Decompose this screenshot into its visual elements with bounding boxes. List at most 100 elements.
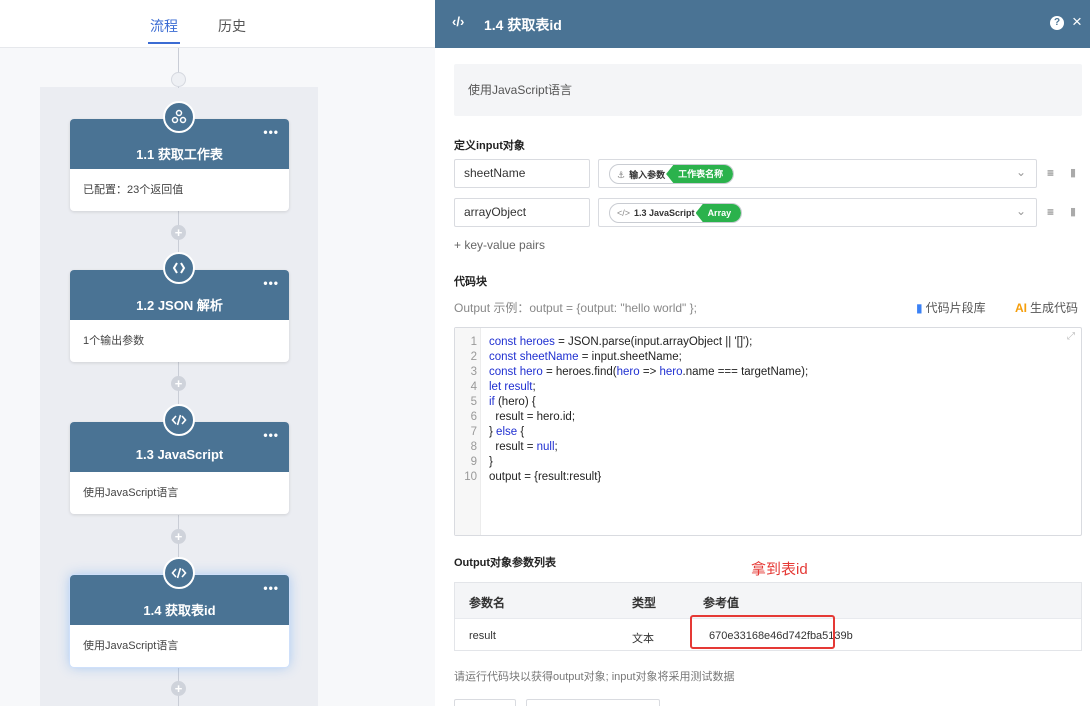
ai-icon: AI — [1015, 301, 1027, 315]
input-value-select[interactable]: </> 1.3 JavaScript Array ⌄ — [598, 198, 1037, 227]
test-button[interactable] — [526, 699, 660, 706]
chip-source: 1.3 JavaScript — [634, 208, 695, 218]
code-line[interactable]: 5 if (hero) { — [455, 395, 1075, 410]
line-number: 2 — [470, 351, 477, 363]
output-example-text: Output 示例：output = {output: "hello world… — [454, 301, 697, 315]
trash-icon[interactable]: ▮ — [1067, 166, 1079, 179]
flow-panel: 流程 历史 + + + + 1.1 获取工作表 ••• 已配置：23个返回值 1… — [0, 0, 435, 706]
column-header-type: 类型 — [632, 596, 657, 610]
line-number: 8 — [470, 441, 477, 453]
highlight-annotation-box — [690, 615, 835, 649]
column-header-name: 参数名 — [469, 596, 506, 610]
add-step-button[interactable]: + — [171, 529, 186, 544]
code-text: if (hero) { — [489, 396, 536, 408]
chevron-down-icon[interactable]: ⌄ — [1016, 204, 1026, 218]
code-text: let result; — [489, 381, 536, 393]
variable-chip[interactable]: ⚓ 输入参数 工作表名称 — [609, 164, 735, 184]
line-number: 6 — [470, 411, 477, 423]
code-line[interactable]: 10 output = {result:result} — [455, 470, 1075, 485]
input-section-title: 定义input对象 — [454, 140, 525, 152]
node-summary: 使用JavaScript语言 — [83, 487, 179, 499]
node-summary: 使用JavaScript语言 — [83, 640, 179, 652]
flow-tabs: 流程 历史 — [0, 0, 435, 48]
line-number: 9 — [470, 456, 477, 468]
code-line[interactable]: 2 const sheetName = input.sheetName; — [455, 350, 1075, 365]
output-section-title: Output对象参数列表 — [454, 557, 557, 569]
close-icon[interactable]: × — [1072, 12, 1082, 32]
list-add-icon[interactable]: ≡ — [1042, 166, 1059, 180]
cell-name: result — [469, 630, 496, 642]
code-line[interactable]: 1 const heroes = JSON.parse(input.arrayOb… — [455, 335, 1075, 350]
flow-node-get-table-id[interactable]: 1.4 获取表id ••• 使用JavaScript语言 — [70, 557, 289, 667]
code-line[interactable]: 9} — [455, 455, 1075, 470]
help-icon[interactable]: ? — [1050, 16, 1064, 30]
annotation-text: 拿到表id — [751, 561, 808, 578]
chip-value: Array — [695, 204, 742, 222]
list-add-icon[interactable]: ≡ — [1042, 205, 1059, 219]
description-field[interactable]: 使用JavaScript语言 — [454, 64, 1082, 116]
webhook-icon — [163, 101, 195, 133]
detail-title[interactable]: 1.4 获取表id — [484, 15, 562, 35]
start-node-circle — [171, 72, 186, 87]
input-key-field[interactable]: arrayObject — [454, 198, 590, 227]
flow-node-javascript[interactable]: 1.3 JavaScript ••• 使用JavaScript语言 — [70, 404, 289, 514]
run-hint-text: 请运行代码块以获得output对象; input对象将采用测试数据 — [454, 671, 735, 683]
code-text: } — [489, 456, 493, 468]
line-number: 10 — [464, 471, 477, 483]
code-line[interactable]: 7 } else { — [455, 425, 1075, 440]
more-icon[interactable]: ••• — [263, 581, 279, 595]
code-text: const sheetName = input.sheetName; — [489, 351, 682, 363]
snippet-library-label: 代码片段库 — [925, 301, 986, 315]
input-key-field[interactable]: sheetName — [454, 159, 590, 188]
run-button[interactable] — [454, 699, 516, 706]
node-summary: 1个输出参数 — [83, 335, 145, 347]
trash-icon[interactable]: ▮ — [1067, 205, 1079, 218]
webhook-icon: ⚓ — [617, 169, 626, 180]
ai-generate-label: 生成代码 — [1030, 301, 1079, 315]
document-icon: ▮ — [916, 301, 923, 315]
flow-node-get-worksheet[interactable]: 1.1 获取工作表 ••• 已配置：23个返回值 — [70, 101, 289, 211]
line-number: 1 — [470, 336, 477, 348]
more-icon[interactable]: ••• — [263, 125, 279, 139]
code-text: const hero = heroes.find(hero => hero.na… — [489, 366, 809, 378]
code-line[interactable]: 3 const hero = heroes.find(hero => hero.n… — [455, 365, 1075, 380]
add-step-button[interactable]: + — [171, 376, 186, 391]
add-key-value-button[interactable]: + key-value pairs — [454, 238, 545, 252]
flow-node-json-parse[interactable]: 1.2 JSON 解析 ••• 1个输出参数 — [70, 252, 289, 362]
table-header: 参数名 类型 参考值 — [455, 583, 1081, 618]
add-step-button[interactable]: + — [171, 681, 186, 696]
line-number: 3 — [470, 366, 477, 378]
code-section-title: 代码块 — [454, 276, 487, 288]
more-icon[interactable]: ••• — [263, 428, 279, 442]
code-icon: </> — [617, 208, 631, 218]
code-text: result = hero.id; — [495, 411, 576, 423]
tab-flow[interactable]: 流程 — [148, 16, 180, 44]
code-line[interactable]: 6 result = hero.id; — [455, 410, 1075, 425]
tab-history[interactable]: 历史 — [218, 16, 246, 36]
variable-chip[interactable]: </> 1.3 JavaScript Array — [609, 203, 743, 223]
code-text: } else { — [489, 426, 525, 438]
code-line[interactable]: 4 let result; — [455, 380, 1075, 395]
snippet-library-link[interactable]: ▮ 代码片段库 — [916, 299, 986, 316]
cell-type: 文本 — [632, 633, 654, 645]
code-editor[interactable]: ⤢ 1 const heroes = JSON.parse(input.array… — [454, 327, 1082, 536]
more-icon[interactable]: ••• — [263, 276, 279, 290]
line-number: 5 — [470, 396, 477, 408]
line-number: 7 — [470, 426, 477, 438]
code-text: output = {result:result} — [489, 471, 602, 483]
node-summary: 已配置：23个返回值 — [83, 184, 184, 196]
node-detail-panel: ‹/› 1.4 获取表id ? × 使用JavaScript语言 定义input… — [435, 0, 1090, 706]
line-number: 4 — [470, 381, 477, 393]
input-value-select[interactable]: ⚓ 输入参数 工作表名称 ⌄ — [598, 159, 1037, 188]
code-line[interactable]: 8 result = null; — [455, 440, 1075, 455]
chevron-down-icon[interactable]: ⌄ — [1016, 165, 1026, 179]
ai-generate-button[interactable]: AI 生成代码 — [1015, 299, 1078, 316]
add-step-button[interactable]: + — [171, 225, 186, 240]
code-icon — [163, 557, 195, 589]
code-icon — [163, 404, 195, 436]
detail-header: ‹/› 1.4 获取表id ? × — [435, 0, 1090, 48]
column-header-value: 参考值 — [703, 596, 740, 610]
chip-value: 工作表名称 — [666, 165, 734, 183]
code-icon: ‹/› — [452, 14, 465, 29]
code-text: result = null; — [495, 441, 558, 453]
